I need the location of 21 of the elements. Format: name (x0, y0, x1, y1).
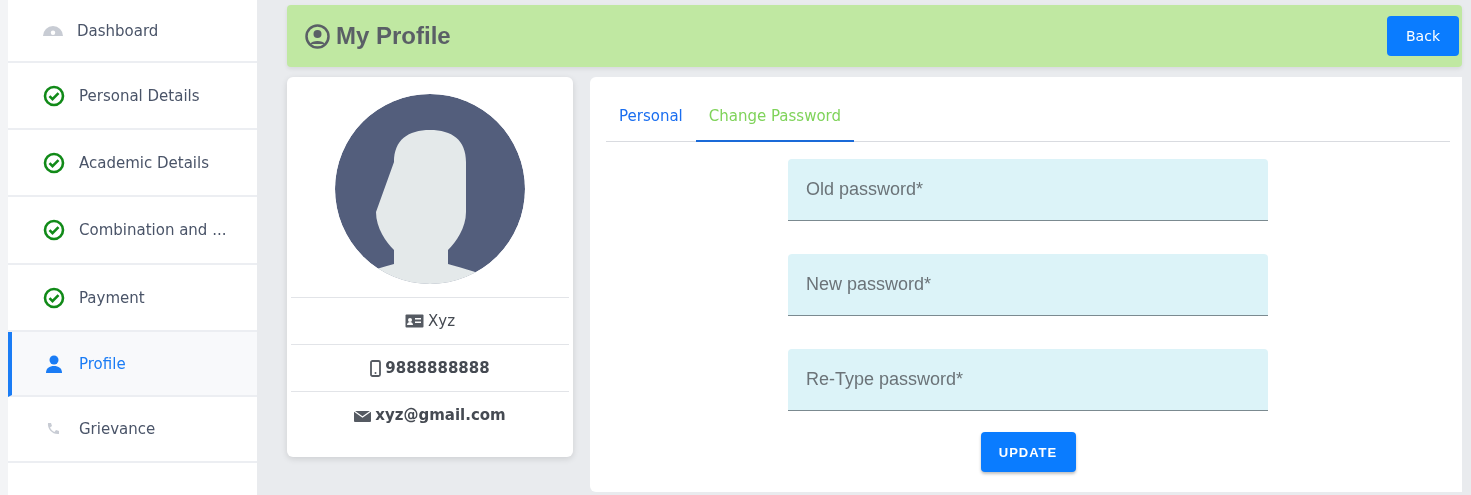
user-icon (43, 354, 65, 373)
page-title-text: My Profile (336, 22, 451, 50)
envelope-icon (354, 408, 372, 422)
back-button[interactable]: Back (1387, 16, 1459, 56)
check-circle-icon (43, 219, 65, 241)
mobile-phone-icon (370, 359, 382, 377)
check-circle-icon (43, 151, 65, 174)
password-field[interactable]: New password* (788, 254, 1268, 316)
id-card-icon (405, 314, 424, 328)
sidebar-item[interactable]: Profile (8, 332, 257, 397)
user-circle-icon (305, 23, 330, 49)
password-field[interactable]: Old password* (788, 159, 1268, 221)
check-circle-icon (43, 84, 65, 107)
update-button[interactable]: UPDATE (980, 432, 1076, 472)
check-circle-icon (43, 286, 65, 309)
password-field[interactable]: Re-Type password* (788, 349, 1268, 411)
profile-detail-text: 9888888888 (385, 359, 490, 377)
profile-detail-text: Xyz (428, 312, 455, 330)
profile-detail-text: xyz@gmail.com (375, 406, 506, 424)
gauge-icon (43, 25, 63, 36)
tab[interactable]: Personal (606, 97, 696, 142)
